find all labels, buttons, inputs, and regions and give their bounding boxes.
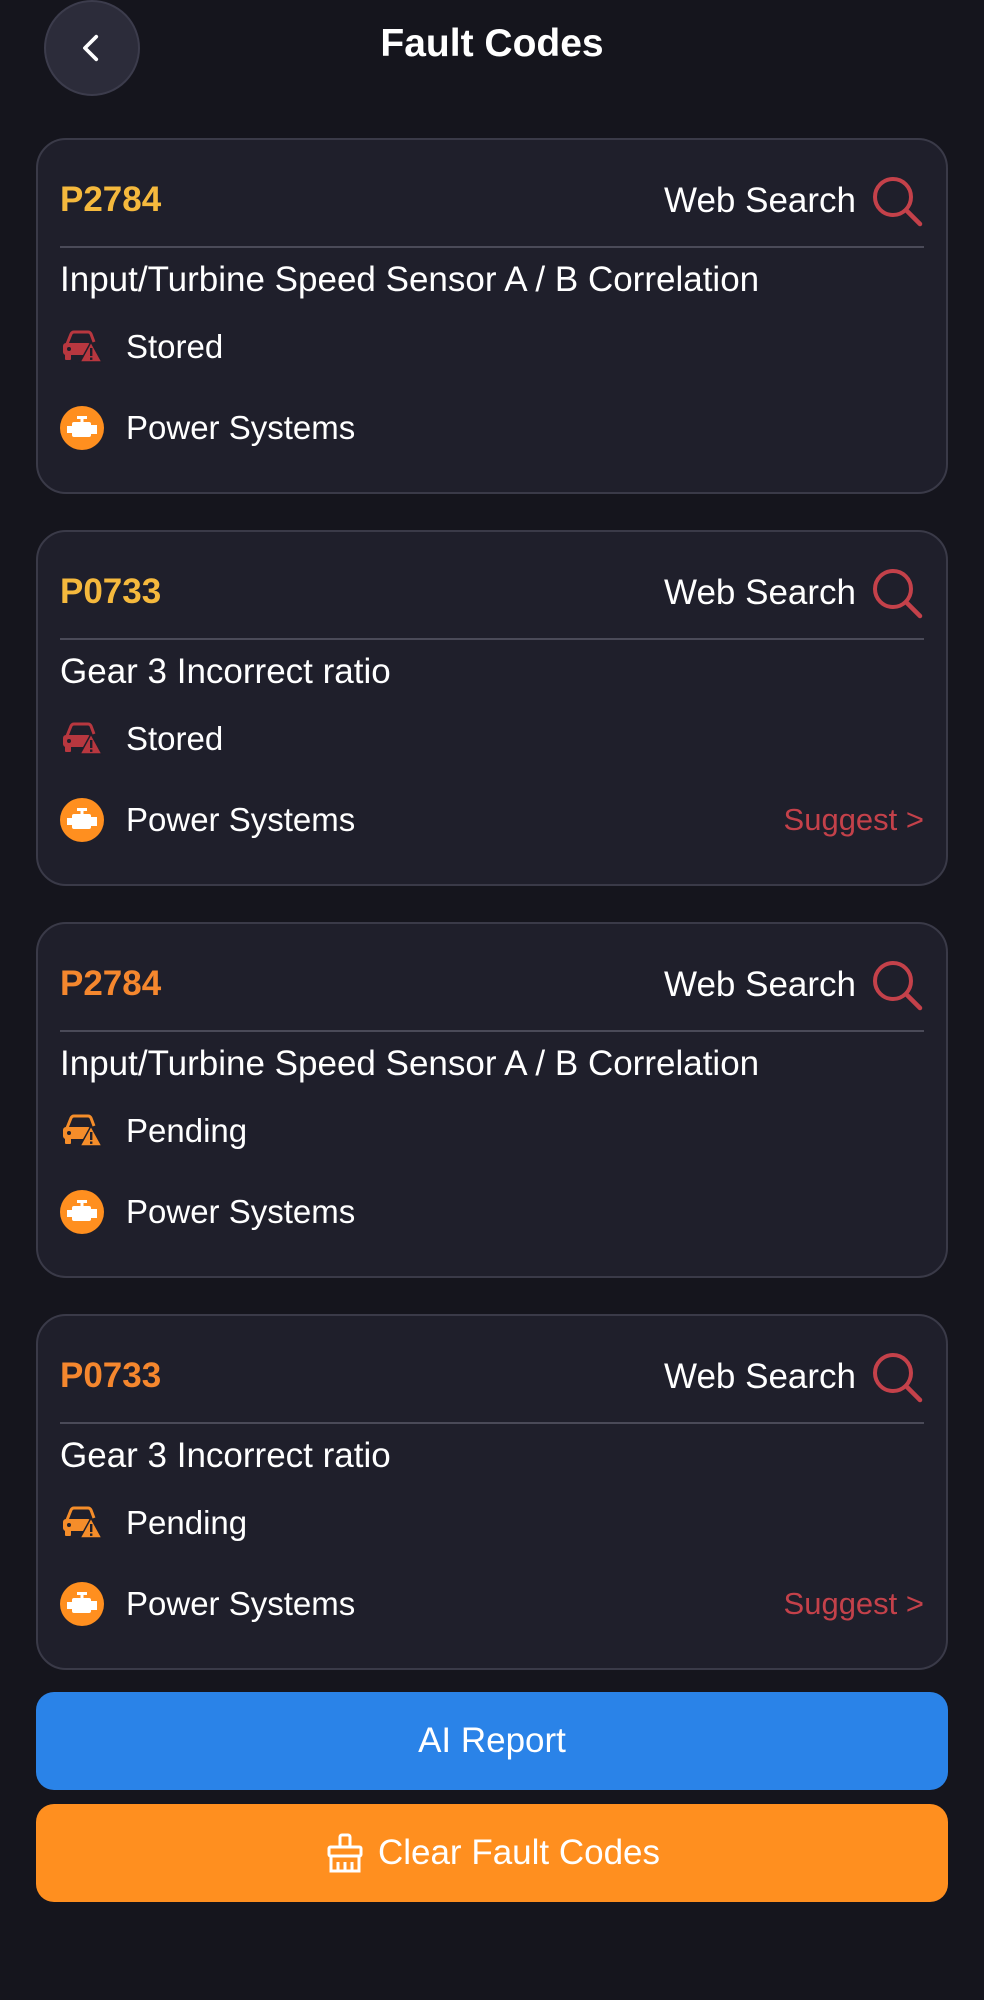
system-row: Power Systems [60,406,355,450]
fault-status: Pending [126,1112,248,1149]
web-search-label: Web Search [664,1357,856,1396]
engine-icon [60,1582,104,1626]
engine-icon [60,406,104,450]
fault-card[interactable]: P2784 Web Search Input/Turbine Speed Sen… [36,138,948,494]
page-title: Fault Codes [380,22,604,65]
clear-fault-codes-button[interactable]: Clear Fault Codes [36,1804,948,1902]
status-row: Pending [60,1109,247,1153]
fault-codes-screen: Fault Codes P2784 Web Search Input/Turbi… [0,0,984,2000]
web-search-label: Web Search [664,573,856,612]
fault-description: Input/Turbine Speed Sensor A / B Correla… [60,1044,760,1083]
fault-system: Power Systems [126,1193,356,1230]
header: Fault Codes [0,0,984,100]
status-row: Stored [60,717,223,761]
fault-system: Power Systems [126,409,356,446]
car-warning-icon [60,325,104,369]
search-icon [873,177,923,227]
fault-status: Pending [126,1504,248,1541]
suggest-link[interactable]: Suggest > [784,802,924,838]
fault-code: P2784 [60,964,162,1003]
engine-icon [60,798,104,842]
fault-card[interactable]: P2784 Web Search Input/Turbine Speed Sen… [36,922,948,1278]
fault-description: Gear 3 Incorrect ratio [60,1436,391,1475]
fault-description: Gear 3 Incorrect ratio [60,652,391,691]
car-warning-icon [60,717,104,761]
fault-system: Power Systems [126,801,356,838]
fault-description: Input/Turbine Speed Sensor A / B Correla… [60,260,760,299]
car-warning-icon [60,1501,104,1545]
search-icon [873,961,923,1011]
fault-code: P0733 [60,1356,162,1395]
divider [60,246,924,248]
divider [60,1422,924,1424]
search-icon [873,1353,923,1403]
web-search-label: Web Search [664,965,856,1004]
fault-card[interactable]: P0733 Web Search Gear 3 Incorrect ratio [36,1314,948,1670]
search-icon [873,569,923,619]
system-row: Power Systems [60,1582,355,1626]
status-row: Pending [60,1501,247,1545]
fault-code: P2784 [60,180,162,219]
clear-fault-codes-label: Clear Fault Codes [377,1833,661,1872]
divider [60,638,924,640]
web-search-button[interactable]: Web Search [664,174,924,228]
suggest-link[interactable]: Suggest > [784,1586,924,1622]
fault-status: Stored [126,328,224,365]
web-search-button[interactable]: Web Search [664,1350,924,1404]
web-search-button[interactable]: Web Search [664,958,924,1012]
fault-card[interactable]: P0733 Web Search Gear 3 Incorrect ratio [36,530,948,886]
car-warning-icon [60,1109,104,1153]
web-search-button[interactable]: Web Search [664,566,924,620]
divider [60,1030,924,1032]
ai-report-button[interactable]: AI Report [36,1692,948,1790]
fault-system: Power Systems [126,1585,356,1622]
fault-status: Stored [126,720,224,757]
system-row: Power Systems [60,1190,355,1234]
broom-icon [324,1832,366,1874]
fault-code: P0733 [60,572,162,611]
status-row: Stored [60,325,223,369]
web-search-label: Web Search [664,181,856,220]
engine-icon [60,1190,104,1234]
system-row: Power Systems [60,798,355,842]
